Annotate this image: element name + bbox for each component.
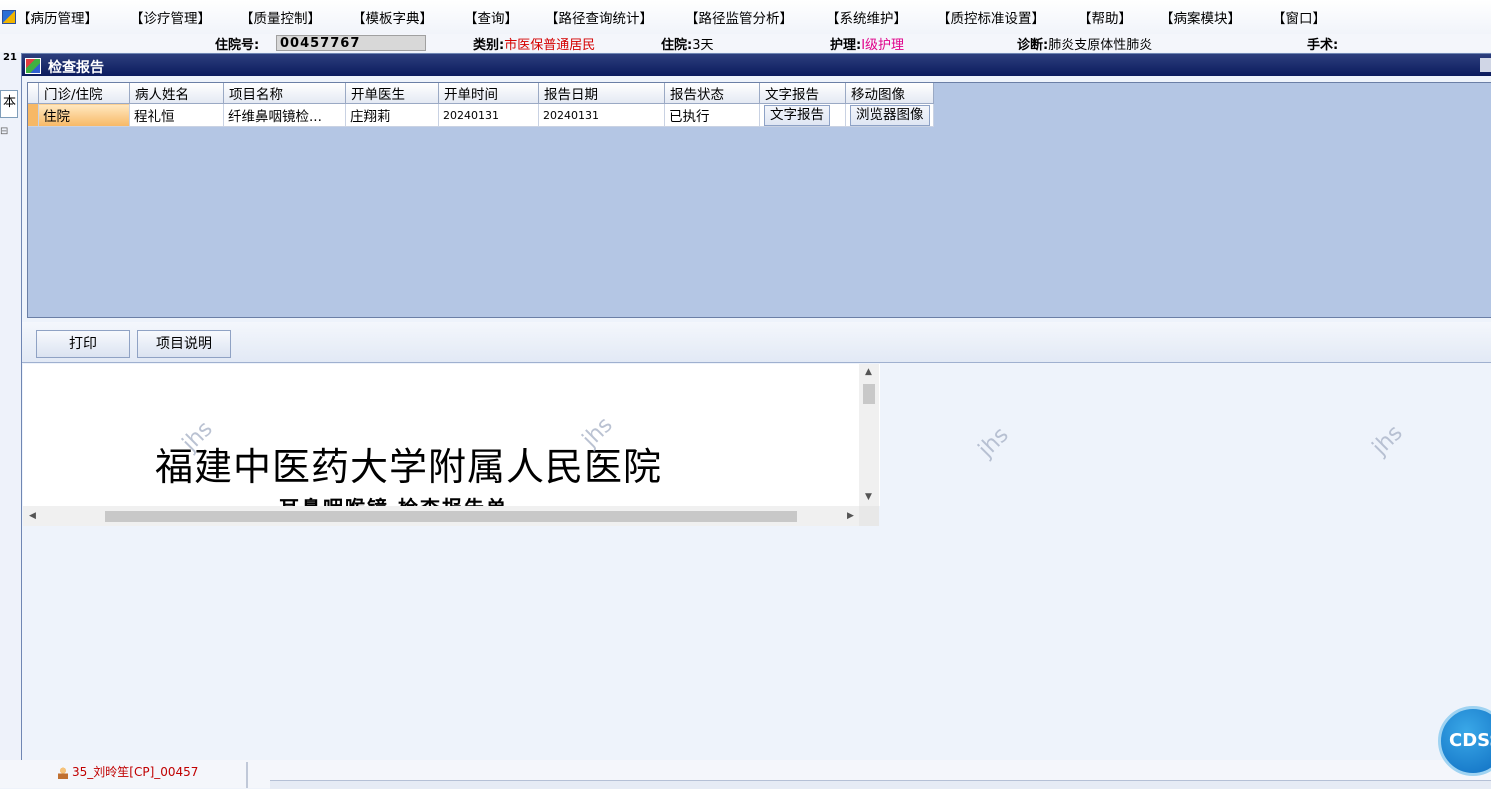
nursing-label: 护理:	[830, 38, 862, 52]
cell-report-date[interactable]: 20240131	[538, 103, 665, 127]
admission-number-field[interactable]: 00457767	[276, 35, 426, 51]
menu-item-path-stats[interactable]: 【路径查询统计】	[545, 7, 653, 27]
menu-item-help[interactable]: 【帮助】	[1078, 7, 1132, 27]
cell-name[interactable]: 程礼恒	[129, 103, 224, 127]
patient-tree-label: 35_刘昤笙[CP]_00457	[72, 765, 199, 779]
diagnosis-value: 肺炎支原体性肺炎	[1048, 38, 1153, 52]
menu-item-case[interactable]: 【病案模块】	[1160, 7, 1241, 27]
stay-label: 住院:	[661, 38, 693, 52]
horizontal-scrollbar[interactable]: ◀ ▶	[23, 506, 859, 526]
category-info: 类别:市医保普通居民	[473, 34, 595, 52]
report-toolbar: 打印 项目说明	[22, 322, 1491, 363]
report-table: 门诊/住院 病人姓名 项目名称 开单医生 开单时间 报告日期 报告状态 文字报告…	[28, 83, 934, 127]
scroll-right-icon[interactable]: ▶	[847, 511, 854, 521]
col-header-type[interactable]: 门诊/住院	[38, 83, 130, 104]
item-description-button[interactable]: 项目说明	[137, 330, 231, 358]
stay-value: 3天	[692, 38, 714, 52]
table-row[interactable]: 住院 程礼恒 纤维鼻咽镜检... 庄翔莉 20240131 20240131 已…	[28, 103, 934, 127]
report-grid: 门诊/住院 病人姓名 项目名称 开单医生 开单时间 报告日期 报告状态 文字报告…	[27, 82, 1491, 318]
scroll-up-icon[interactable]: ▲	[865, 367, 872, 377]
cell-image: 浏览器图像	[845, 103, 934, 127]
text-report-button[interactable]: 文字报告	[764, 104, 830, 126]
stay-info: 住院:3天	[661, 34, 713, 52]
minimize-button[interactable]	[1480, 58, 1491, 72]
cell-doctor[interactable]: 庄翔莉	[345, 103, 439, 127]
row-header-corner	[28, 83, 39, 104]
menu-bar: 【病历管理】 【诊疗管理】 【质量控制】 【模板字典】 【查询】 【路径查询统计…	[0, 0, 1491, 35]
table-header-row: 门诊/住院 病人姓名 项目名称 开单医生 开单时间 报告日期 报告状态 文字报告…	[28, 83, 934, 104]
scroll-left-icon[interactable]: ◀	[29, 511, 36, 521]
dialog-title: 检查报告	[48, 60, 104, 76]
col-header-report-date[interactable]: 报告日期	[538, 83, 665, 104]
menu-item-record[interactable]: 【病历管理】	[17, 7, 98, 27]
menu-item-system[interactable]: 【系统维护】	[826, 7, 907, 27]
browser-image-button[interactable]: 浏览器图像	[850, 104, 930, 126]
menu-item-template[interactable]: 【模板字典】	[352, 7, 433, 27]
vertical-scrollbar[interactable]: ▲ ▼	[859, 364, 879, 506]
left-panel-number: 21	[3, 52, 17, 63]
left-panel-tab[interactable]: 本	[0, 90, 18, 118]
scroll-corner	[859, 506, 879, 526]
exam-report-dialog: 检查报告 门诊/住院 病人姓名 项目名称 开单医生 开单时间 报告日期 报告状态…	[21, 53, 1491, 761]
category-value: 市医保普通居民	[504, 38, 596, 52]
scroll-down-icon[interactable]: ▼	[865, 492, 872, 502]
menu-item-path-monitor[interactable]: 【路径监管分析】	[685, 7, 793, 27]
menu-item-window[interactable]: 【窗口】	[1272, 7, 1326, 27]
cell-status[interactable]: 已执行	[664, 103, 760, 127]
menu-item-qc-standard[interactable]: 【质控标准设置】	[937, 7, 1045, 27]
menu-item-quality[interactable]: 【质量控制】	[240, 7, 321, 27]
dialog-icon	[25, 58, 41, 74]
report-document-viewer[interactable]: 福建中医药大学附属人民医院 耳鼻咽喉镜 检查报告单	[23, 364, 880, 506]
category-label: 类别:	[473, 38, 505, 52]
row-selector[interactable]	[28, 103, 39, 127]
col-header-item[interactable]: 项目名称	[223, 83, 346, 104]
cell-order-time[interactable]: 20240131	[438, 103, 539, 127]
nursing-value: Ⅰ级护理	[861, 38, 905, 52]
app-icon[interactable]	[2, 10, 16, 24]
cell-text-report: 文字报告	[759, 103, 846, 127]
report-subtitle: 耳鼻咽喉镜 检查报告单	[279, 492, 508, 506]
vertical-scroll-thumb[interactable]	[863, 384, 875, 404]
patient-tree-item[interactable]: 35_刘昤笙[CP]_00457	[58, 763, 198, 780]
hospital-name: 福建中医药大学附属人民医院	[155, 445, 663, 489]
col-header-image[interactable]: 移动图像	[845, 83, 934, 104]
col-header-text-report[interactable]: 文字报告	[759, 83, 846, 104]
diagnosis-label: 诊断:	[1017, 38, 1049, 52]
diagnosis-info: 诊断:肺炎支原体性肺炎	[1017, 34, 1152, 52]
cell-type[interactable]: 住院	[38, 103, 130, 127]
person-icon	[58, 766, 68, 779]
menu-item-query[interactable]: 【查询】	[464, 7, 518, 27]
panel-splitter[interactable]	[246, 762, 248, 788]
col-header-name[interactable]: 病人姓名	[129, 83, 224, 104]
admission-label: 住院号:	[215, 38, 260, 52]
print-button[interactable]: 打印	[36, 330, 130, 358]
tree-toggle-icon[interactable]: ⊟	[0, 126, 8, 137]
col-header-status[interactable]: 报告状态	[664, 83, 760, 104]
col-header-doctor[interactable]: 开单医生	[345, 83, 439, 104]
dialog-titlebar[interactable]: 检查报告	[22, 54, 1491, 76]
nursing-info: 护理:Ⅰ级护理	[830, 34, 904, 52]
cell-item[interactable]: 纤维鼻咽镜检...	[223, 103, 346, 127]
menu-item-treatment[interactable]: 【诊疗管理】	[130, 7, 211, 27]
patient-info-strip: 住院号: 00457767 类别:市医保普通居民 住院:3天 护理:Ⅰ级护理 诊…	[0, 34, 1491, 52]
horizontal-scroll-thumb[interactable]	[105, 511, 797, 522]
surgery-label: 手术:	[1307, 38, 1339, 52]
col-header-order-time[interactable]: 开单时间	[438, 83, 539, 104]
